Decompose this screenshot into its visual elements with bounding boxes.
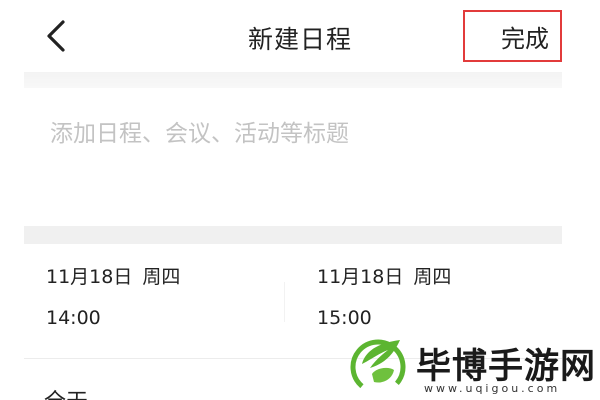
start-date-label: 11月18日	[46, 266, 133, 288]
site-watermark: 毕博手游网 www.uqigou.com	[346, 330, 596, 400]
watermark-url: www.uqigou.com	[424, 382, 561, 395]
end-time-label: 15:00	[317, 307, 372, 329]
time-divider	[284, 282, 285, 322]
event-title-input[interactable]	[50, 112, 530, 156]
end-date-label: 11月18日	[317, 266, 404, 288]
start-time-label: 14:00	[46, 307, 101, 329]
done-button[interactable]: 完成	[463, 10, 562, 62]
start-date: 11月18日 周四	[46, 262, 266, 289]
end-date: 11月18日 周四	[317, 262, 537, 289]
start-weekday-label: 周四	[142, 266, 181, 288]
section-divider-top	[24, 72, 562, 88]
section-divider-middle	[24, 226, 562, 244]
leaf-logo-icon	[350, 339, 406, 395]
end-time-picker[interactable]: 11月18日 周四 15:00	[317, 262, 537, 329]
start-time-picker[interactable]: 11月18日 周四 14:00	[46, 262, 266, 329]
app-header: 新建日程 完成	[0, 0, 600, 72]
end-weekday-label: 周四	[413, 266, 452, 288]
all-day-toggle-label[interactable]: 全天	[44, 384, 88, 400]
